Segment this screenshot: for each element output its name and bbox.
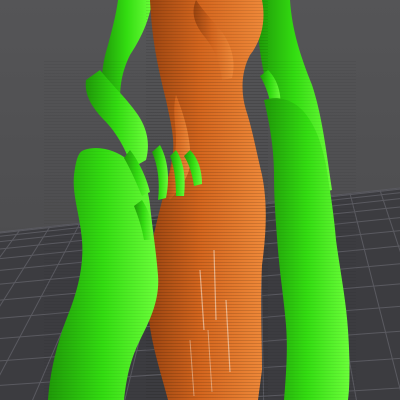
print-preview-viewport[interactable] — [0, 0, 400, 400]
model-figure — [146, 0, 268, 400]
model-scene[interactable] — [0, 0, 400, 400]
